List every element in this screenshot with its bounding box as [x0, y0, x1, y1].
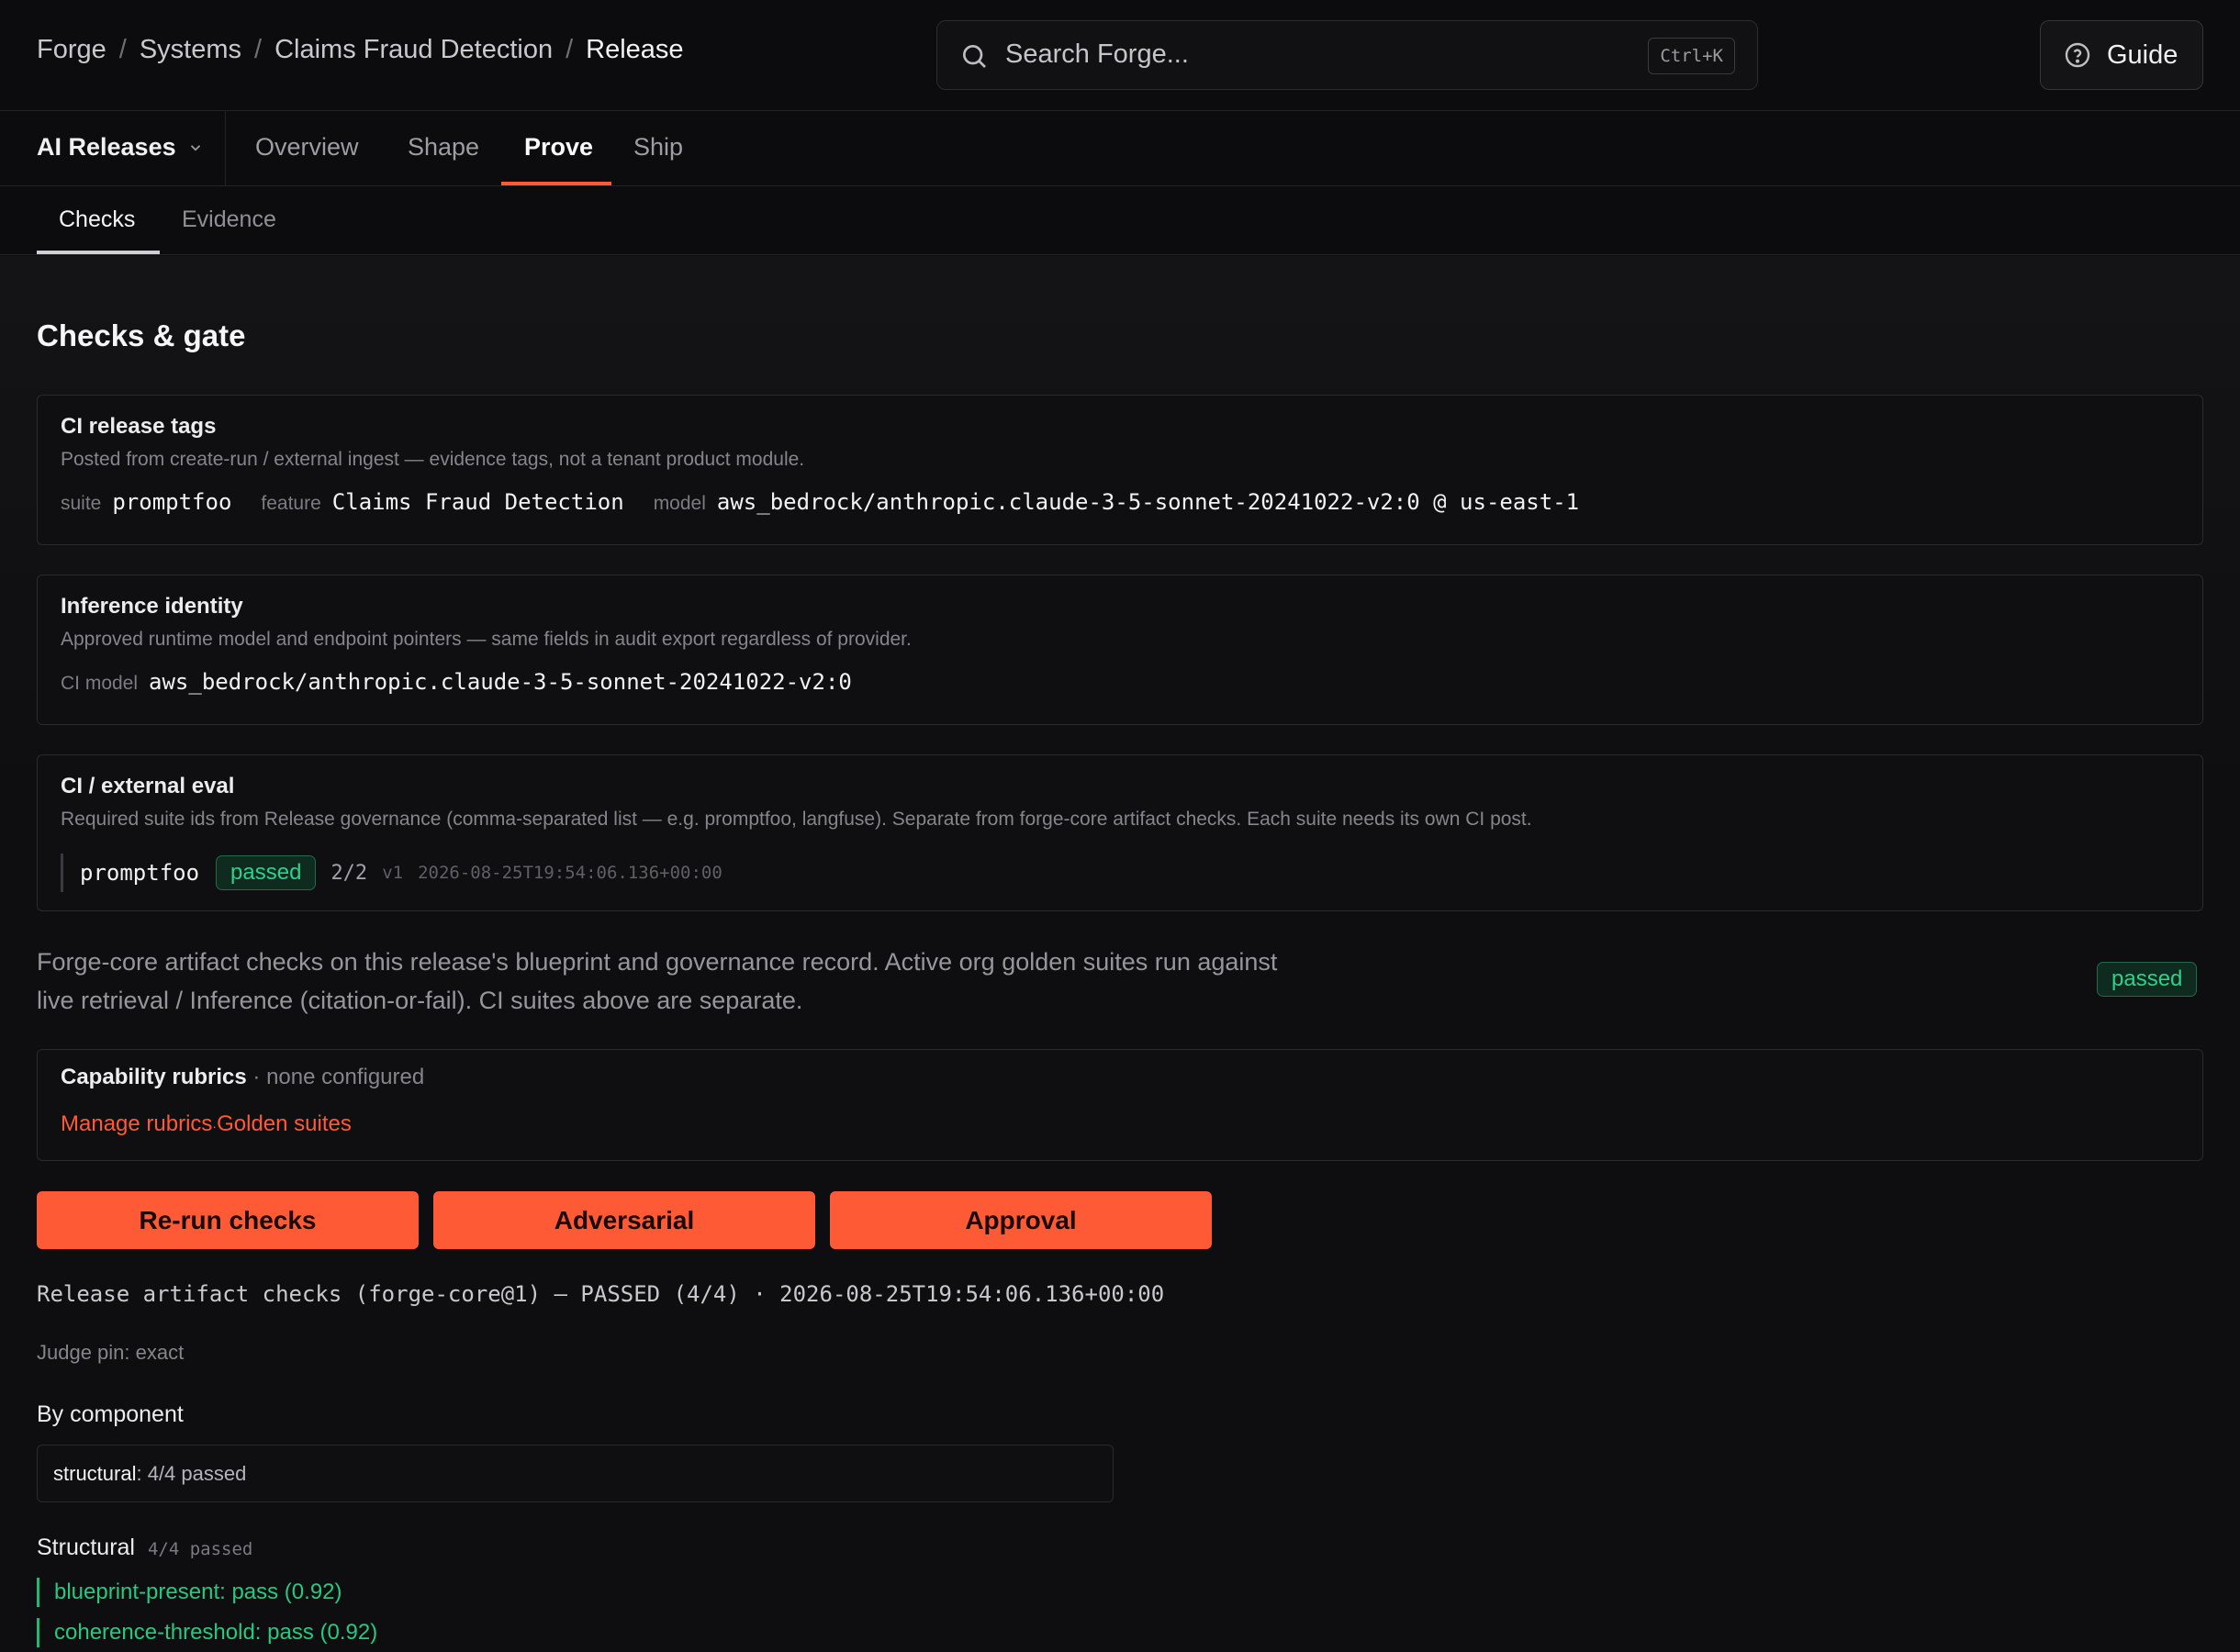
breadcrumb: Forge / Systems / Claims Fraud Detection…	[37, 35, 684, 65]
judge-pin: Judge pin: exact	[37, 1341, 185, 1364]
suite-value: promptfoo	[112, 489, 232, 515]
guide-button[interactable]: Guide	[2040, 20, 2203, 90]
model-key: model	[653, 493, 706, 514]
ci-model-key: CI model	[61, 673, 139, 694]
main-nav: AI Releases Overview Shape Prove Ship	[0, 111, 2240, 186]
check-item: blueprint-present: pass (0.92)	[37, 1578, 342, 1607]
tab-shape[interactable]: Shape	[408, 133, 479, 162]
feature-value: Claims Fraud Detection	[331, 489, 624, 515]
rubrics-links: Manage rubrics·Golden suites	[61, 1111, 352, 1137]
suite-key: suite	[61, 493, 102, 514]
card-description: Required suite ids from Release governan…	[61, 809, 1532, 830]
manage-rubrics-link[interactable]: Manage rubrics	[61, 1111, 212, 1136]
model-value: aws_bedrock/anthropic.claude-3-5-sonnet-…	[716, 489, 1580, 515]
card-title: CI release tags	[61, 414, 217, 439]
breadcrumb-separator: /	[566, 35, 574, 64]
breadcrumb-systems[interactable]: Systems	[140, 35, 241, 65]
tab-prove[interactable]: Prove	[524, 133, 593, 162]
release-type-selector[interactable]: AI Releases	[37, 133, 204, 162]
structural-heading: Structural 4/4 passed	[37, 1535, 252, 1561]
status-badge: passed	[216, 855, 317, 890]
adversarial-button[interactable]: Adversarial	[433, 1191, 815, 1249]
suite-timestamp: 2026-08-25T19:54:06.136+00:00	[418, 863, 722, 883]
inference-identity-card: Inference identity Approved runtime mode…	[37, 575, 2203, 725]
forge-core-description: Forge-core artifact checks on this relea…	[37, 948, 1278, 1014]
top-bar: Forge / Systems / Claims Fraud Detection…	[0, 0, 2240, 111]
active-subtab-indicator	[37, 251, 160, 254]
guide-label: Guide	[2107, 39, 2178, 70]
suite-result-row: promptfoo passed 2/2 v1 2026-08-25T19:54…	[61, 854, 722, 892]
structural-title: Structural	[37, 1535, 135, 1560]
rubrics-note: · none configured	[246, 1065, 425, 1089]
search-shortcut-badge: Ctrl+K	[1648, 38, 1735, 74]
ci-model-value: aws_bedrock/anthropic.claude-3-5-sonnet-…	[149, 669, 852, 695]
suite-name: promptfoo	[80, 860, 200, 886]
ci-model-row: CI model aws_bedrock/anthropic.claude-3-…	[61, 669, 881, 695]
release-type-label: AI Releases	[37, 133, 176, 161]
card-title: Inference identity	[61, 594, 243, 619]
run-summary: Release artifact checks (forge-core@1) —…	[37, 1281, 1165, 1307]
capability-rubrics-card: Capability rubrics · none configured Man…	[37, 1049, 2203, 1161]
tab-overview[interactable]: Overview	[255, 133, 359, 162]
subtab-checks[interactable]: Checks	[59, 206, 135, 233]
card-description: Approved runtime model and endpoint poin…	[61, 629, 912, 650]
tag-row: suite promptfoo feature Claims Fraud Det…	[61, 489, 1608, 515]
rerun-checks-button[interactable]: Re-run checks	[37, 1191, 419, 1249]
breadcrumb-forge[interactable]: Forge	[37, 35, 106, 65]
breadcrumb-separator: /	[118, 35, 127, 64]
external-eval-card: CI / external eval Required suite ids fr…	[37, 754, 2203, 911]
active-tab-indicator	[501, 182, 611, 185]
golden-suites-link[interactable]: Golden suites	[217, 1111, 352, 1136]
structural-summary: 4/4 passed	[147, 1539, 253, 1559]
breadcrumb-current: Release	[586, 35, 684, 64]
by-component-heading: By component	[37, 1401, 184, 1427]
sub-nav: Checks Evidence	[0, 186, 2240, 255]
search-bar[interactable]: Search Forge... Ctrl+K	[936, 20, 1758, 90]
component-result: : 4/4 passed	[136, 1461, 247, 1485]
tab-ship[interactable]: Ship	[633, 133, 683, 162]
rubrics-title: Capability rubrics	[61, 1065, 247, 1089]
rubrics-heading: Capability rubrics · none configured	[61, 1065, 424, 1090]
forge-core-status-badge: passed	[2097, 962, 2198, 997]
nav-divider	[225, 111, 226, 186]
breadcrumb-separator: /	[254, 35, 263, 64]
subtab-evidence[interactable]: Evidence	[182, 206, 276, 233]
search-icon	[963, 45, 986, 68]
page-title: Checks & gate	[37, 318, 246, 352]
component-summary: structural: 4/4 passed	[37, 1445, 1114, 1502]
help-circle-icon	[2065, 42, 2090, 68]
approval-button[interactable]: Approval	[830, 1191, 1212, 1249]
chevron-down-icon	[190, 144, 200, 151]
main-content: Checks & gate CI release tags Posted fro…	[0, 256, 2240, 1652]
suite-version: v1	[382, 863, 404, 883]
suite-count: 2/2	[330, 861, 368, 885]
card-title: CI / external eval	[61, 774, 235, 798]
check-item: coherence-threshold: pass (0.92)	[37, 1618, 377, 1647]
feature-key: feature	[261, 493, 321, 514]
component-name: structural	[53, 1461, 137, 1485]
breadcrumb-system[interactable]: Claims Fraud Detection	[274, 35, 553, 65]
search-input[interactable]: Search Forge...	[1005, 39, 1189, 70]
card-description: Posted from create-run / external ingest…	[61, 449, 805, 470]
ci-release-tags-card: CI release tags Posted from create-run /…	[37, 395, 2203, 545]
